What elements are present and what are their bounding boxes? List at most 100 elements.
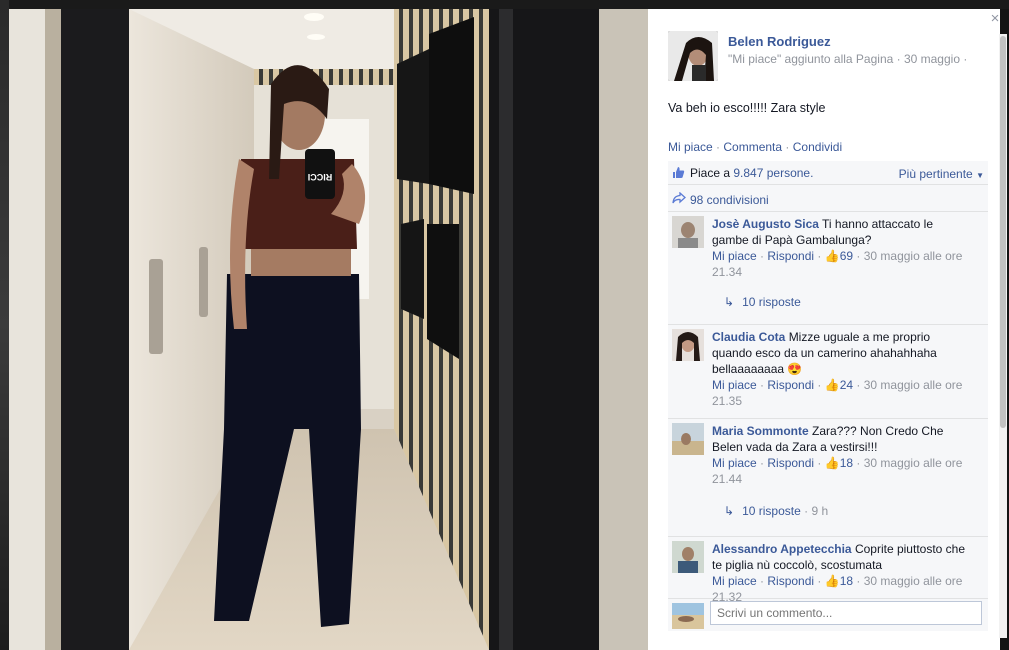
shares-count: 98 condivisioni (690, 193, 769, 207)
photo-illustration: RICCI (9, 9, 648, 650)
comment-like-link[interactable]: Mi piace (712, 456, 757, 470)
separator-dot: · (785, 140, 793, 154)
comment-body: Claudia Cota Mizze uguale a me proprio q… (712, 329, 982, 409)
comment-reply-link[interactable]: Rispondi (767, 378, 814, 392)
comment-text: gambe di Papà Gambalunga? (712, 233, 872, 247)
comment-like-link[interactable]: Mi piace (712, 574, 757, 588)
avatar-illustration (672, 603, 704, 629)
comment: Maria Sommonte Zara??? Non Credo Che Bel… (668, 420, 988, 537)
comment: Josè Augusto Sica Ti hanno attaccato le … (668, 213, 988, 325)
post-subtitle: "Mi piace" aggiunto alla Pagina · 30 mag… (728, 52, 968, 66)
comment-like-link[interactable]: Mi piace (712, 249, 757, 263)
comment-reply-link[interactable]: Rispondi (767, 456, 814, 470)
comment-author[interactable]: Claudia Cota (712, 330, 785, 344)
comment-input[interactable] (710, 601, 982, 625)
thumbs-up-icon: 👍 (824, 574, 840, 588)
avatar-illustration (672, 329, 704, 361)
comment-author[interactable]: Maria Sommonte (712, 424, 809, 438)
comment-like-count[interactable]: 👍18 (825, 456, 853, 470)
close-icon[interactable]: × (988, 11, 1002, 26)
write-comment-row (668, 601, 988, 631)
comment-reply-link[interactable]: Rispondi (767, 574, 814, 588)
commenter-avatar[interactable] (672, 541, 704, 573)
comment-time-2: 21.35 (712, 394, 743, 408)
post-side-panel: Belen Rodriguez "Mi piace" aggiunto alla… (648, 9, 1000, 650)
like-count-value: 24 (839, 378, 854, 392)
scrollbar-thumb[interactable] (1000, 36, 1006, 428)
replies-count: 10 risposte (742, 295, 801, 309)
likes-prefix: Piace a (690, 166, 731, 180)
replies-count: 10 risposte (742, 504, 801, 518)
view-replies-link[interactable]: ↳ 10 risposte (724, 295, 801, 309)
share-arrow-icon (672, 192, 686, 204)
page-name-link[interactable]: Belen Rodriguez (728, 34, 831, 49)
avatar-illustration (668, 31, 718, 81)
like-count-value: 18 (839, 456, 854, 470)
avatar-illustration (672, 216, 704, 248)
comment-meta: Mi piace · Rispondi · 👍24 · 30 maggio al… (712, 378, 963, 408)
comment-time: 30 maggio alle ore (863, 456, 963, 470)
comment-text: bellaaaaaaaa 😍 (712, 362, 803, 376)
view-replies-link[interactable]: ↳ 10 risposte · 9 h (724, 504, 828, 518)
like-link[interactable]: Mi piace (668, 140, 713, 154)
reply-arrow-icon: ↳ (724, 295, 735, 309)
likes-count-link[interactable]: 9.847 persone. (733, 166, 813, 180)
comment-like-link[interactable]: Mi piace (712, 378, 757, 392)
likes-summary: Piace a 9.847 persone. Più pertinente ▼ (668, 161, 988, 185)
like-count-value: 18 (839, 574, 854, 588)
commenter-avatar[interactable] (672, 216, 704, 248)
comment-body: Alessandro Appetecchia Coprite piuttosto… (712, 541, 982, 605)
comment-reply-link[interactable]: Rispondi (767, 249, 814, 263)
comment-text: Zara??? Non Credo Che (812, 424, 944, 438)
comment-body: Josè Augusto Sica Ti hanno attaccato le … (712, 216, 982, 280)
thumbs-up-icon: 👍 (824, 249, 840, 263)
comment-like-count[interactable]: 👍24 (825, 378, 853, 392)
thumbs-up-icon (673, 167, 685, 178)
post-photo[interactable]: RICCI (9, 9, 648, 650)
feedback-area: Piace a 9.847 persone. Più pertinente ▼ … (668, 161, 988, 631)
comment-text: quando esco da un camerino ahahahhaha (712, 346, 937, 360)
comment-text: te piglia nù coccolò, scostumata (712, 558, 883, 572)
shares-summary[interactable]: 98 condivisioni (668, 186, 988, 212)
comment-time-2: 21.44 (712, 472, 743, 486)
comment-meta: Mi piace · Rispondi · 👍69 · 30 maggio al… (712, 249, 963, 279)
avatar-illustration (672, 423, 704, 455)
comment-time: 30 maggio alle ore (863, 574, 963, 588)
chevron-down-icon: ▼ (976, 171, 984, 180)
share-link[interactable]: Condividi (793, 140, 842, 154)
current-user-avatar (672, 603, 704, 629)
thumbs-up-icon: 👍 (824, 378, 840, 392)
sort-dropdown[interactable]: Più pertinente ▼ (899, 167, 984, 181)
comment-text: Ti hanno attaccato le (822, 217, 934, 231)
post-header: Belen Rodriguez "Mi piace" aggiunto alla… (668, 31, 988, 83)
comment-time: 30 maggio alle ore (863, 378, 963, 392)
comment-author[interactable]: Alessandro Appetecchia (712, 542, 852, 556)
comment-text: Coprite piuttosto che (854, 542, 966, 556)
comment-link[interactable]: Commenta (723, 140, 782, 154)
thumbs-up-icon: 👍 (824, 456, 840, 470)
commenter-avatar[interactable] (672, 329, 704, 361)
comment-meta: Mi piace · Rispondi · 👍18 · 30 maggio al… (712, 456, 963, 486)
comment-like-count[interactable]: 👍18 (825, 574, 853, 588)
phone-case-text: RICCI (308, 172, 333, 182)
comment-time: 30 maggio alle ore (863, 249, 963, 263)
sort-label: Più pertinente (898, 167, 973, 181)
comment-body: Maria Sommonte Zara??? Non Credo Che Bel… (712, 423, 982, 487)
comment-text: Mizze uguale a me proprio (788, 330, 931, 344)
comment-author[interactable]: Josè Augusto Sica (712, 217, 819, 231)
top-edge (0, 0, 1009, 9)
replies-time: · 9 h (804, 504, 829, 518)
page-avatar[interactable] (668, 31, 718, 81)
comment-time-2: 21.34 (712, 265, 743, 279)
left-edge (0, 0, 9, 650)
comment-meta: Mi piace · Rispondi · 👍18 · 30 maggio al… (712, 574, 963, 604)
like-count-value: 69 (839, 249, 854, 263)
comment-like-count[interactable]: 👍69 (825, 249, 853, 263)
comment: Claudia Cota Mizze uguale a me proprio q… (668, 326, 988, 419)
commenter-avatar[interactable] (672, 423, 704, 455)
comment: Alessandro Appetecchia Coprite piuttosto… (668, 538, 988, 604)
reply-arrow-icon: ↳ (724, 504, 735, 518)
avatar-illustration (672, 541, 704, 573)
post-text: Va beh io esco!!!!! Zara style (668, 101, 826, 115)
comment-text: Belen vada da Zara a vestirsi!!! (712, 440, 878, 454)
